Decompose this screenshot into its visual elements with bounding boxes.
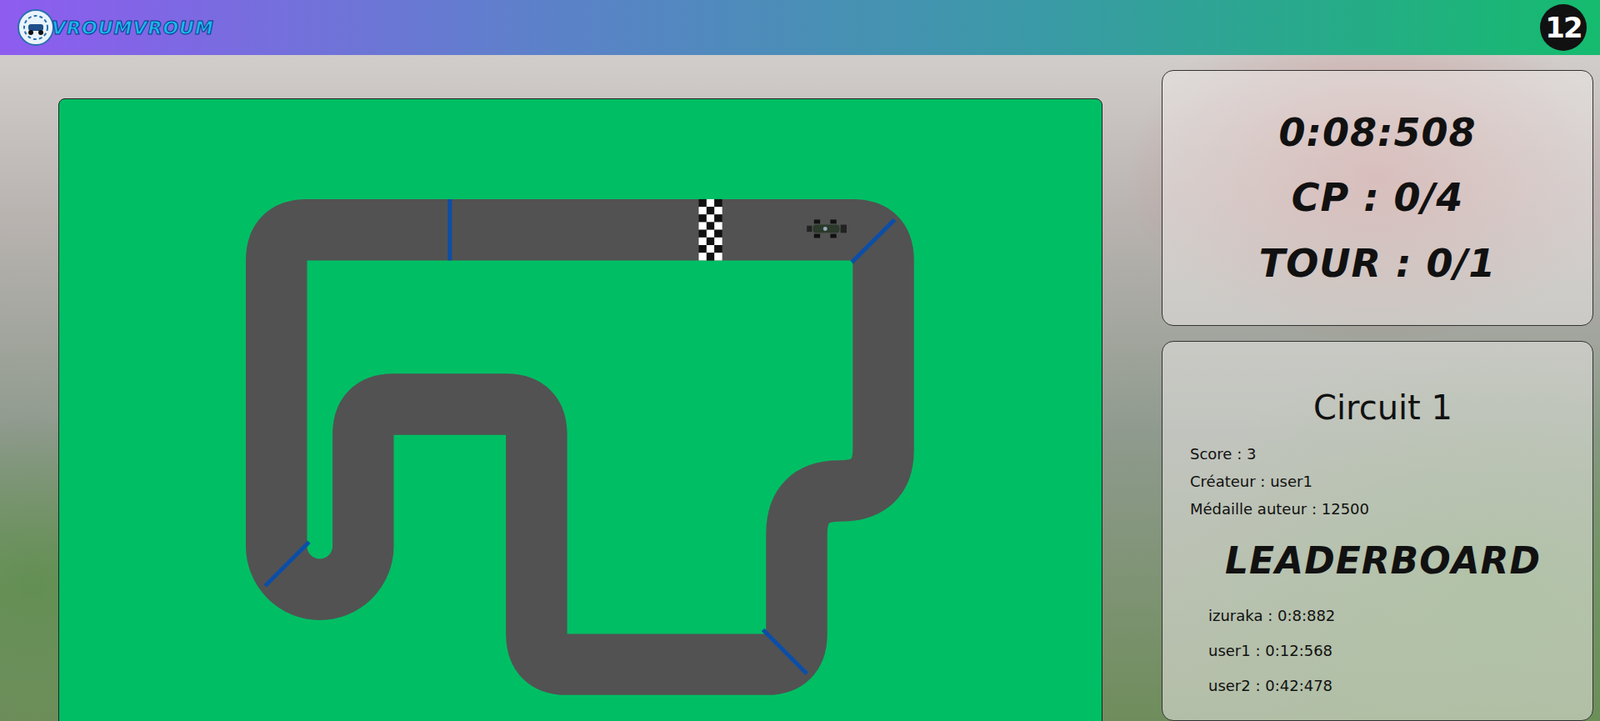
race-timer: 0:08:508 — [1279, 111, 1477, 155]
checkpoints — [265, 199, 895, 674]
leaderboard-entry: izuraka : 0:8:882 — [1190, 606, 1576, 625]
header: VROUMVROUM 12 — [0, 0, 1600, 55]
user-badge[interactable]: 12 — [1540, 4, 1587, 51]
game-canvas[interactable] — [58, 98, 1103, 721]
circuit-info: Médaille auteur : 12500 — [1190, 500, 1576, 518]
page: VROUMVROUM 12 0:08:508 CP : 0/4 TOUR : 0/1 Ci… — [0, 0, 1600, 721]
logo[interactable]: VROUMVROUM — [16, 8, 215, 47]
car-icon — [806, 219, 847, 238]
circuit-info: Score : 3 — [1190, 445, 1576, 463]
lap-count: TOUR : 0/1 — [1259, 242, 1497, 285]
side-panel: 0:08:508 CP : 0/4 TOUR : 0/1 Circuit 1 Score… — [1161, 55, 1594, 721]
circuit-info: Créateur : user1 — [1190, 472, 1576, 490]
leaderboard-entry: user1 : 0:12:568 — [1190, 641, 1576, 660]
logo-text: VROUMVROUM — [51, 17, 215, 39]
track — [59, 99, 1102, 721]
circuit-name: Circuit 1 — [1190, 388, 1576, 427]
finish-line — [698, 199, 722, 260]
leaderboard-entry: user2 : 0:42:478 — [1190, 676, 1576, 695]
leaderboard-title: LEADERBOARD — [1190, 539, 1576, 582]
logo-emblem-icon — [16, 8, 55, 47]
checkpoint-count: CP : 0/4 — [1291, 176, 1465, 220]
circuit-card: Circuit 1 Score : 3 Créateur : user1 Médail… — [1161, 340, 1594, 721]
main: 0:08:508 CP : 0/4 TOUR : 0/1 Circuit 1 Score… — [0, 55, 1600, 721]
hud-card: 0:08:508 CP : 0/4 TOUR : 0/1 — [1161, 70, 1594, 326]
